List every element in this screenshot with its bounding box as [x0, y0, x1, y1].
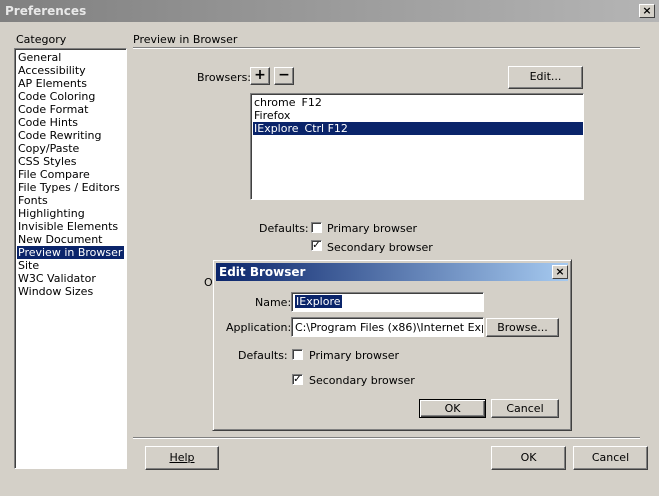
dialog-cancel-button[interactable]: Cancel	[491, 399, 559, 418]
browse-button-label: Browse...	[497, 321, 548, 334]
window-title-bar: Preferences ×	[0, 0, 659, 22]
category-label: Category	[16, 33, 67, 46]
category-item[interactable]: Code Hints	[17, 116, 124, 129]
category-item[interactable]: Window Sizes	[17, 285, 124, 298]
dialog-ok-button[interactable]: OK	[419, 399, 486, 418]
ok-button[interactable]: OK	[491, 446, 566, 470]
application-field-value: C:\Program Files (x86)\Internet Explor	[295, 321, 484, 334]
dialog-secondary-browser-label: Secondary browser	[309, 374, 415, 387]
browser-name: IExplore	[254, 122, 299, 135]
help-button[interactable]: Help	[145, 446, 219, 470]
category-item[interactable]: Copy/Paste	[17, 142, 124, 155]
category-item[interactable]: Code Coloring	[17, 90, 124, 103]
name-field[interactable]: IExplore	[291, 292, 484, 312]
browser-shortcut: F12	[301, 96, 322, 109]
browser-row[interactable]: chrome F12	[253, 96, 583, 109]
name-label: Name:	[255, 296, 292, 309]
dialog-primary-browser-label: Primary browser	[309, 349, 400, 362]
minus-icon: −	[278, 67, 290, 83]
primary-browser-label: Primary browser	[327, 222, 418, 235]
browser-row[interactable]: IExplore Ctrl F12	[253, 122, 583, 135]
help-button-label: Help	[169, 451, 195, 464]
browser-shortcut: Ctrl F12	[304, 122, 348, 135]
remove-browser-button[interactable]: −	[274, 67, 294, 85]
primary-browser-checkbox[interactable]	[311, 222, 322, 233]
dialog-ok-button-label: OK	[444, 402, 461, 415]
category-item[interactable]: AP Elements	[17, 77, 124, 90]
add-browser-button[interactable]: +	[250, 67, 270, 85]
edit-button-label: Edit...	[529, 70, 562, 83]
cancel-button-label: Cancel	[591, 451, 630, 464]
application-label: Application:	[226, 321, 292, 334]
ok-button-label: OK	[520, 451, 537, 464]
category-item[interactable]: Fonts	[17, 194, 124, 207]
category-item[interactable]: Preview in Browser	[17, 246, 124, 259]
category-item[interactable]: Invisible Elements	[17, 220, 124, 233]
cancel-button[interactable]: Cancel	[573, 446, 648, 470]
dialog-primary-browser-checkbox[interactable]	[292, 349, 303, 360]
category-item[interactable]: Site	[17, 259, 124, 272]
category-item[interactable]: Accessibility	[17, 64, 124, 77]
name-field-value: IExplore	[295, 295, 342, 308]
edit-browser-dialog: Edit Browser × Name: IExplore Applicatio…	[212, 259, 572, 431]
category-item[interactable]: Code Rewriting	[17, 129, 124, 142]
plus-icon: +	[254, 67, 266, 83]
dialog-defaults-label: Defaults:	[238, 349, 288, 362]
dialog-secondary-browser-checkbox[interactable]: ✓	[292, 374, 303, 385]
secondary-browser-label: Secondary browser	[327, 241, 433, 254]
window-close-button[interactable]: ×	[639, 4, 655, 18]
panel-divider	[133, 47, 640, 49]
category-list[interactable]: General Accessibility AP Elements Code Colo…	[14, 48, 127, 469]
browser-name: Firefox	[254, 109, 291, 122]
dialog-close-button[interactable]: ×	[552, 265, 568, 279]
panel-title: Preview in Browser	[133, 33, 238, 46]
browsers-label: Browsers:	[197, 71, 252, 84]
footer-divider	[133, 437, 640, 439]
edit-browser-button[interactable]: Edit...	[508, 66, 583, 89]
close-icon: ×	[642, 4, 652, 17]
category-item[interactable]: File Types / Editors	[17, 181, 124, 194]
dialog-title: Edit Browser	[219, 265, 306, 279]
window-title: Preferences	[5, 4, 87, 18]
application-field[interactable]: C:\Program Files (x86)\Internet Explor	[291, 317, 484, 337]
close-icon: ×	[555, 265, 565, 278]
browse-button[interactable]: Browse...	[486, 318, 559, 337]
category-item[interactable]: Highlighting	[17, 207, 124, 220]
browser-row[interactable]: Firefox	[253, 109, 583, 122]
browser-name: chrome	[254, 96, 296, 109]
category-item[interactable]: General	[17, 51, 124, 64]
category-item[interactable]: Code Format	[17, 103, 124, 116]
dialog-cancel-button-label: Cancel	[506, 402, 544, 415]
category-item[interactable]: New Document	[17, 233, 124, 246]
browsers-list[interactable]: chrome F12 Firefox IExplore Ctrl F12	[250, 93, 584, 200]
dialog-title-bar: Edit Browser ×	[216, 263, 568, 281]
secondary-browser-checkbox[interactable]: ✓	[311, 240, 322, 251]
defaults-label: Defaults:	[259, 222, 309, 235]
category-item[interactable]: File Compare	[17, 168, 124, 181]
category-item[interactable]: W3C Validator	[17, 272, 124, 285]
category-item[interactable]: CSS Styles	[17, 155, 124, 168]
